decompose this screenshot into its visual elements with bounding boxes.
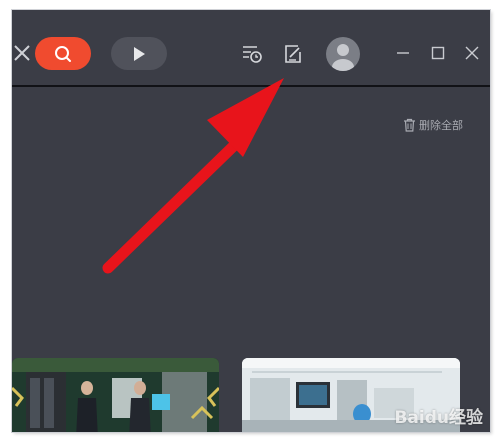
delete-all-label: 删除全部 [419, 119, 463, 132]
thumbnail-image [12, 358, 219, 432]
minimize-icon [397, 52, 409, 54]
delete-all-button[interactable]: 删除全部 [403, 116, 463, 134]
minimize-button[interactable] [395, 45, 411, 61]
search-icon [55, 45, 71, 62]
user-avatar-icon [332, 44, 354, 71]
search-clear-button[interactable] [12, 41, 32, 65]
top-toolbar [12, 10, 490, 88]
close-icon [465, 46, 479, 60]
video-thumbnail-1[interactable] [12, 358, 219, 432]
maximize-icon [431, 46, 445, 60]
trash-icon [404, 118, 415, 132]
search-button[interactable] [35, 37, 91, 70]
watermark: Baidu经验 [394, 408, 483, 428]
close-icon [14, 45, 30, 61]
edit-button[interactable] [282, 43, 304, 65]
toolbar-divider [12, 85, 490, 87]
edit-icon [285, 45, 301, 63]
history-icon [243, 46, 262, 63]
play-button[interactable] [111, 37, 167, 70]
window-close-button[interactable] [464, 45, 480, 61]
play-icon [134, 46, 145, 61]
user-avatar[interactable] [326, 37, 360, 71]
maximize-button[interactable] [430, 45, 446, 61]
history-button[interactable] [241, 43, 263, 65]
app-window: 删除全部 [12, 10, 490, 432]
